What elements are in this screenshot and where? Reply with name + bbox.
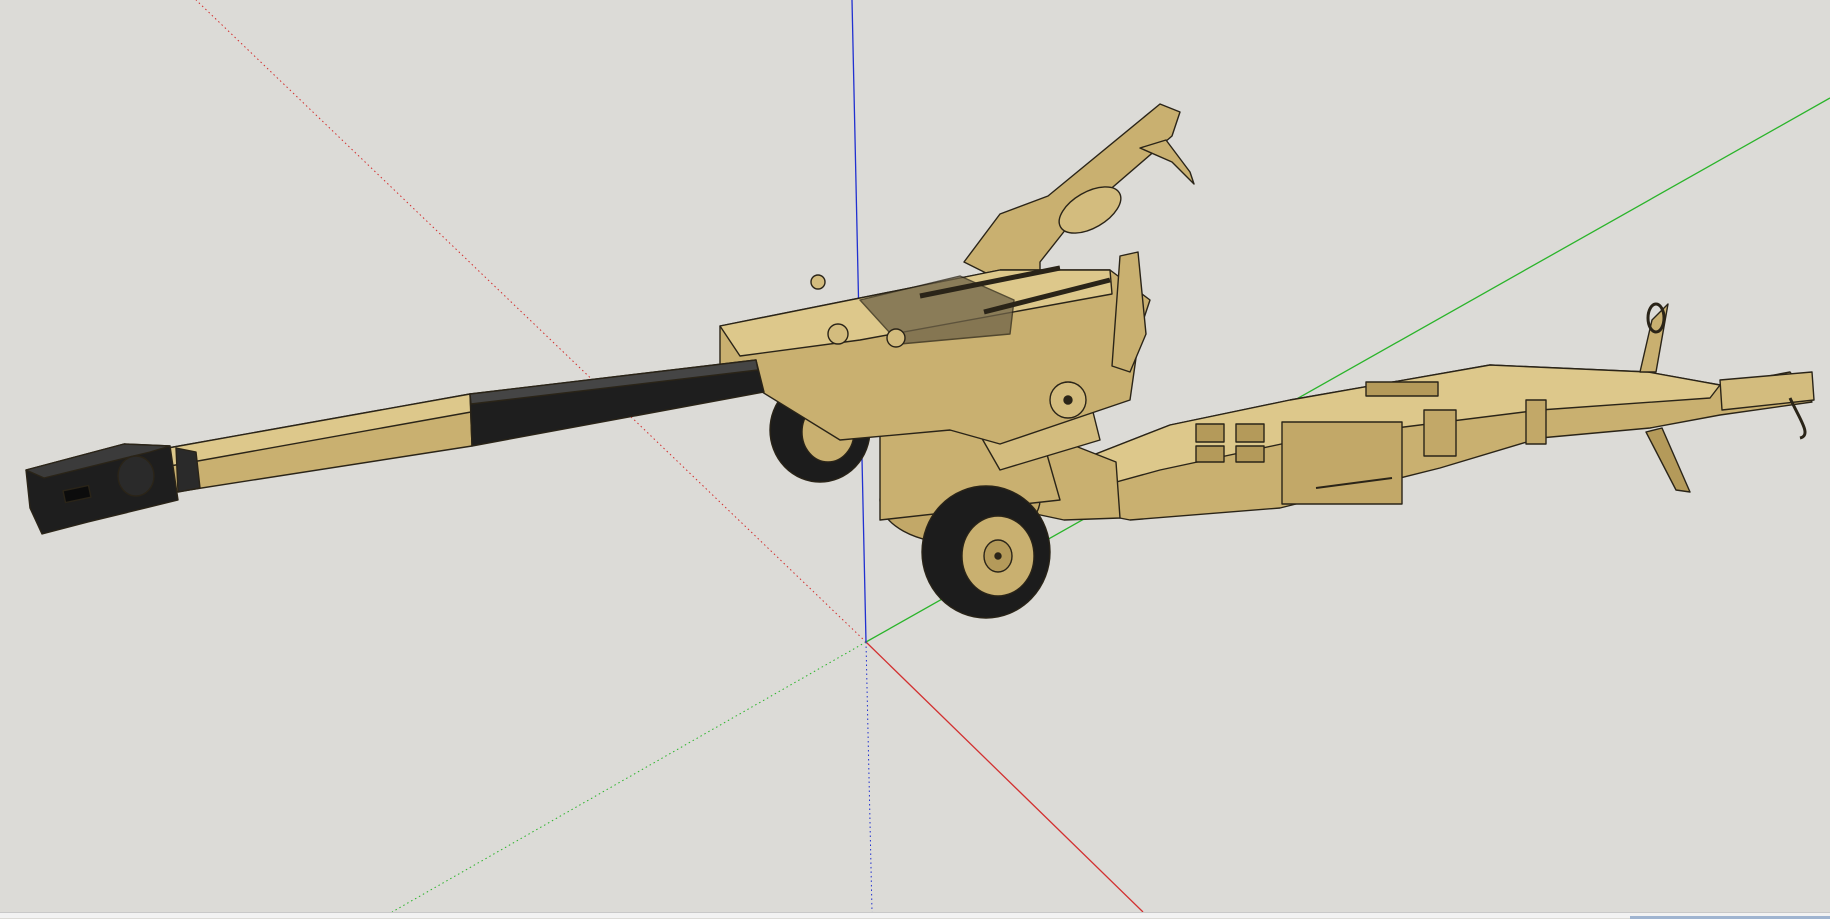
front-wheel (921, 485, 1051, 619)
status-bar (0, 912, 1830, 919)
model-viewport[interactable] (0, 0, 1830, 912)
cradle (719, 103, 1195, 445)
green-axis-negative (391, 641, 867, 912)
muzzle-brake (25, 443, 179, 535)
barrel (167, 359, 765, 493)
blue-axis-negative (865, 641, 873, 912)
red-axis-positive (865, 641, 1144, 912)
howitzer-model[interactable] (25, 103, 1815, 619)
